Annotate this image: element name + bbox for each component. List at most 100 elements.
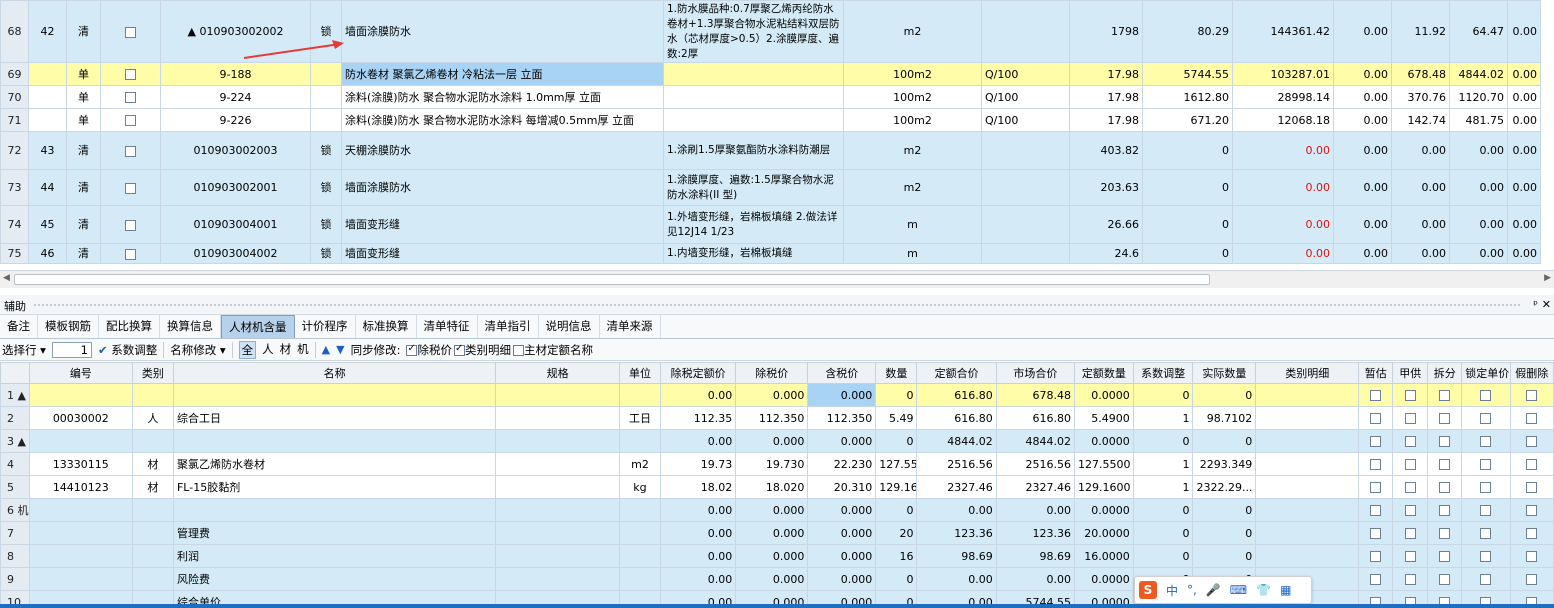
- spec-cell[interactable]: [495, 452, 620, 476]
- coef-adjust-button[interactable]: ✔ 系数调整: [98, 342, 157, 358]
- price-cell[interactable]: 19.73: [660, 452, 737, 476]
- resource-row[interactable]: 5 14410123 材 FL-15胶黏剂 kg 18.02 18.020 20.310 129…: [0, 475, 1554, 499]
- resource-row[interactable]: 8 利润 0.00 0.000 0.000 16 98.69 98.69 16.0000 0 0: [0, 544, 1554, 568]
- ime-item-icon[interactable]: 🎤: [1206, 583, 1221, 597]
- select-row-dropdown[interactable]: 选择行 ▾: [2, 342, 46, 358]
- tab-10[interactable]: 清单来源: [600, 315, 661, 338]
- coef-cell[interactable]: 1: [1132, 406, 1194, 430]
- scroll-right-icon[interactable]: ▶: [1544, 273, 1551, 283]
- spec-cell[interactable]: [495, 521, 620, 545]
- name-cell[interactable]: 涂料(涂膜)防水 聚合物水泥防水涂料 每增减0.5mm厚 立面: [341, 108, 664, 132]
- code-cell[interactable]: ▲ 010903002002: [160, 0, 311, 63]
- tab-7[interactable]: 清单特征: [417, 315, 478, 338]
- move-down-icon[interactable]: ▼: [336, 343, 344, 356]
- code-cell[interactable]: [28, 567, 133, 591]
- flag-cell[interactable]: [1461, 498, 1511, 522]
- name-cell[interactable]: 涂料(涂膜)防水 聚合物水泥防水涂料 1.0mm厚 立面: [341, 85, 664, 109]
- checkbox[interactable]: [1480, 574, 1492, 585]
- resource-row[interactable]: 3 ▲ 材料0.000.0000.00004844.024844.020.000…: [0, 429, 1554, 453]
- column-header[interactable]: 暂估: [1358, 362, 1394, 384]
- spec-cell[interactable]: [495, 383, 620, 407]
- price-cell[interactable]: 0.00: [660, 567, 737, 591]
- flag-cell[interactable]: [1509, 544, 1554, 568]
- price-cell[interactable]: 0.00: [660, 383, 737, 407]
- filter-2[interactable]: 材: [280, 341, 292, 359]
- checkbox[interactable]: [453, 343, 465, 356]
- flag-cell[interactable]: [1358, 498, 1394, 522]
- column-header[interactable]: 编号: [28, 362, 133, 384]
- checkbox[interactable]: [125, 182, 136, 194]
- flag-cell[interactable]: [1461, 429, 1511, 453]
- checkbox[interactable]: [1404, 574, 1416, 585]
- spec-cell[interactable]: [495, 567, 620, 591]
- drag-handle[interactable]: [34, 304, 1520, 306]
- sync-option[interactable]: 类别明细: [453, 342, 511, 358]
- flag-cell[interactable]: [1509, 567, 1554, 591]
- name-cell[interactable]: 风险费: [172, 567, 497, 591]
- tab-9[interactable]: 说明信息: [539, 315, 600, 338]
- name-cell[interactable]: 墙面变形缝: [341, 243, 664, 264]
- code-cell[interactable]: [28, 544, 133, 568]
- flag-cell[interactable]: [1358, 383, 1394, 407]
- price-cell[interactable]: 22.230: [807, 452, 877, 476]
- tab-4[interactable]: 人材机含量: [221, 315, 295, 338]
- name-cell[interactable]: 聚氯乙烯防水卷材: [172, 452, 497, 476]
- code-cell[interactable]: [28, 383, 133, 407]
- flag-cell[interactable]: [1461, 521, 1511, 545]
- price-cell[interactable]: 0.00: [660, 429, 737, 453]
- checkbox[interactable]: [125, 248, 136, 260]
- tab-5[interactable]: 计价程序: [295, 315, 356, 338]
- column-header[interactable]: 类别明细: [1255, 362, 1360, 384]
- category-detail-cell[interactable]: [1255, 383, 1360, 407]
- flag-cell[interactable]: [1427, 406, 1463, 430]
- ime-toolbar[interactable]: S 中 °, 🎤 ⌨ 👕 ▦: [1134, 576, 1312, 604]
- checkbox[interactable]: [1404, 482, 1416, 493]
- filter-3[interactable]: 机: [297, 341, 309, 359]
- quantity-cell[interactable]: 26.66: [1069, 205, 1143, 244]
- checkbox[interactable]: [1526, 551, 1538, 562]
- checkbox[interactable]: [1370, 551, 1382, 562]
- name-cell[interactable]: [172, 429, 497, 453]
- quantity-cell[interactable]: 17.98: [1069, 108, 1143, 132]
- flag-cell[interactable]: [1427, 567, 1463, 591]
- price-cell[interactable]: 0.00: [660, 498, 737, 522]
- sogou-logo-icon[interactable]: S: [1139, 581, 1157, 599]
- feature-desc-cell[interactable]: [663, 85, 844, 109]
- checkbox[interactable]: [1526, 390, 1538, 401]
- checkbox[interactable]: [1439, 528, 1451, 539]
- quantity-cell[interactable]: 0: [875, 383, 918, 407]
- resource-row[interactable]: 1 ▲ 人工0.000.0000.0000616.80678.480.00000…: [0, 383, 1554, 407]
- checkbox[interactable]: [125, 26, 136, 38]
- quantity-cell[interactable]: 0: [875, 567, 918, 591]
- code-cell[interactable]: 14410123: [28, 475, 133, 499]
- select-cell[interactable]: [100, 108, 161, 132]
- price-cell[interactable]: 0.000: [735, 544, 809, 568]
- spec-cell[interactable]: [495, 498, 620, 522]
- select-cell[interactable]: [100, 243, 161, 264]
- feature-desc-cell[interactable]: 1.涂刷1.5厚聚氨酯防水涂料防潮层: [663, 131, 844, 170]
- price-cell[interactable]: 112.350: [807, 406, 877, 430]
- column-header[interactable]: 名称: [172, 362, 497, 384]
- flag-cell[interactable]: [1461, 383, 1511, 407]
- flag-cell[interactable]: [1392, 567, 1429, 591]
- price-cell[interactable]: 0.000: [735, 383, 809, 407]
- coef-cell[interactable]: 0: [1132, 521, 1194, 545]
- feature-desc-cell[interactable]: 1.内墙变形缝，岩棉板填缝: [663, 243, 844, 264]
- flag-cell[interactable]: [1509, 498, 1554, 522]
- checkbox[interactable]: [1404, 528, 1416, 539]
- flag-cell[interactable]: [1358, 475, 1394, 499]
- column-header[interactable]: 除税价: [735, 362, 809, 384]
- price-cell[interactable]: 0.000: [807, 383, 877, 407]
- column-header[interactable]: 系数调整: [1132, 362, 1194, 384]
- flag-cell[interactable]: [1358, 544, 1394, 568]
- code-cell[interactable]: 9-188: [160, 62, 311, 86]
- flag-cell[interactable]: [1461, 567, 1511, 591]
- bill-row[interactable]: 73 44 清 010903002001 锁墙面涂膜防水 1.涂膜厚度、遍数:1.5厚聚合…: [0, 169, 1541, 206]
- checkbox[interactable]: [1404, 436, 1416, 447]
- flag-cell[interactable]: [1461, 475, 1511, 499]
- filter-0[interactable]: 全: [238, 340, 257, 359]
- scroll-left-icon[interactable]: ◀: [3, 273, 10, 283]
- move-up-icon[interactable]: ▲: [322, 343, 330, 356]
- feature-desc-cell[interactable]: 1.涂膜厚度、遍数:1.5厚聚合物水泥防水涂料(II 型): [663, 169, 844, 206]
- flag-cell[interactable]: [1461, 452, 1511, 476]
